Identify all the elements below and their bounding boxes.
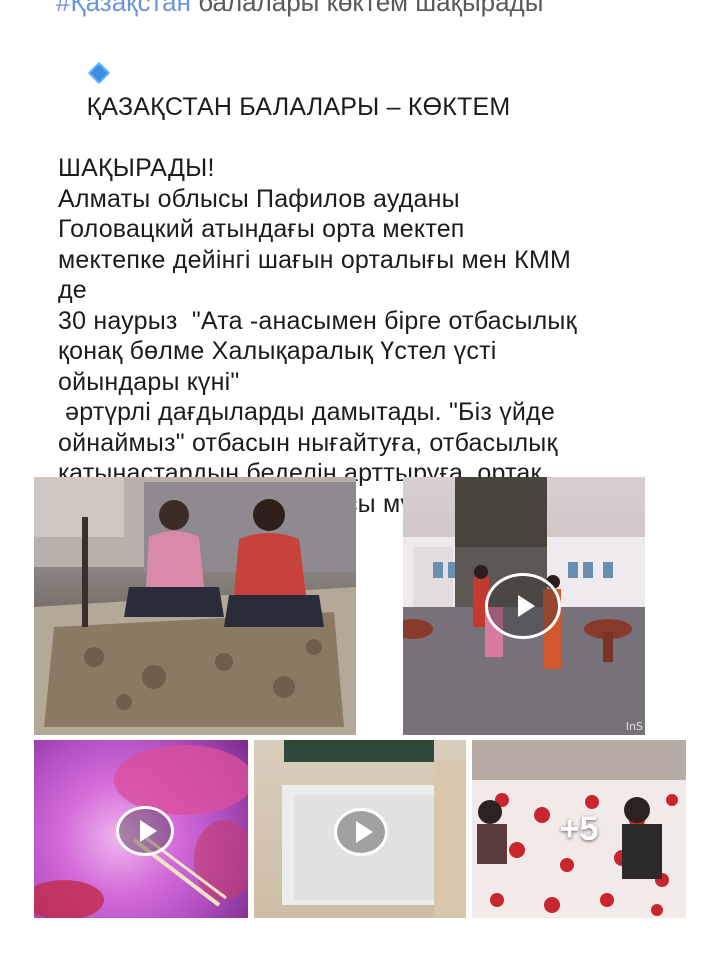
post-line: мектепке дейінгі шағын орталығы мен КММ	[58, 245, 572, 274]
post-line: ШАҚЫРАДЫ!	[58, 154, 215, 182]
photo-children-on-carpet[interactable]	[34, 477, 356, 735]
post-line: әртүрлі дағдыларды дамытады. "Біз үйде	[58, 398, 555, 426]
video-family-at-monument[interactable]: InS	[403, 477, 645, 735]
blue-diamond-icon	[87, 61, 111, 85]
post-line: де	[58, 276, 87, 304]
post-line: Алматы облысы Пафилов ауданы	[58, 184, 460, 213]
post-line: Головацкий атындағы орта мектеп	[58, 215, 465, 243]
post-line: 30 наурыз "Ата -анасымен бірге отбасылық	[58, 306, 577, 335]
more-photos-count: +5	[559, 809, 599, 848]
play-button-icon[interactable]	[485, 573, 561, 639]
instagram-watermark: InS	[625, 720, 643, 733]
hashtag-link[interactable]: #Қазақстан	[56, 0, 191, 17]
play-button-icon[interactable]	[116, 806, 174, 856]
photo-more-items[interactable]: +5	[472, 740, 686, 918]
video-pink-closeup[interactable]	[34, 740, 248, 918]
previous-line-cut: #Қазақстан балалары көктем шақырады	[56, 0, 696, 17]
post-line: ойындары күні"	[58, 367, 240, 396]
video-paper-on-table[interactable]	[254, 740, 466, 918]
photo-illustration	[34, 477, 356, 735]
play-button-icon[interactable]	[334, 808, 388, 856]
cut-line-text: балалары көктем шақырады	[190, 0, 544, 17]
post-line: қонақ бөлме Халықаралық Үстел үсті	[58, 337, 497, 365]
post-title: ҚАЗАҚСТАН БАЛАЛАРЫ – КӨКТЕМ	[58, 30, 698, 153]
post-line: ойнаймыз" отбасын нығайтуға, отбасылық	[58, 428, 558, 457]
post-text: ҚАЗАҚСТАН БАЛАЛАРЫ – КӨКТЕМ ШАҚЫРАДЫ! Ал…	[58, 30, 698, 550]
post-title-text: ҚАЗАҚСТАН БАЛАЛАРЫ – КӨКТЕМ	[86, 93, 511, 121]
